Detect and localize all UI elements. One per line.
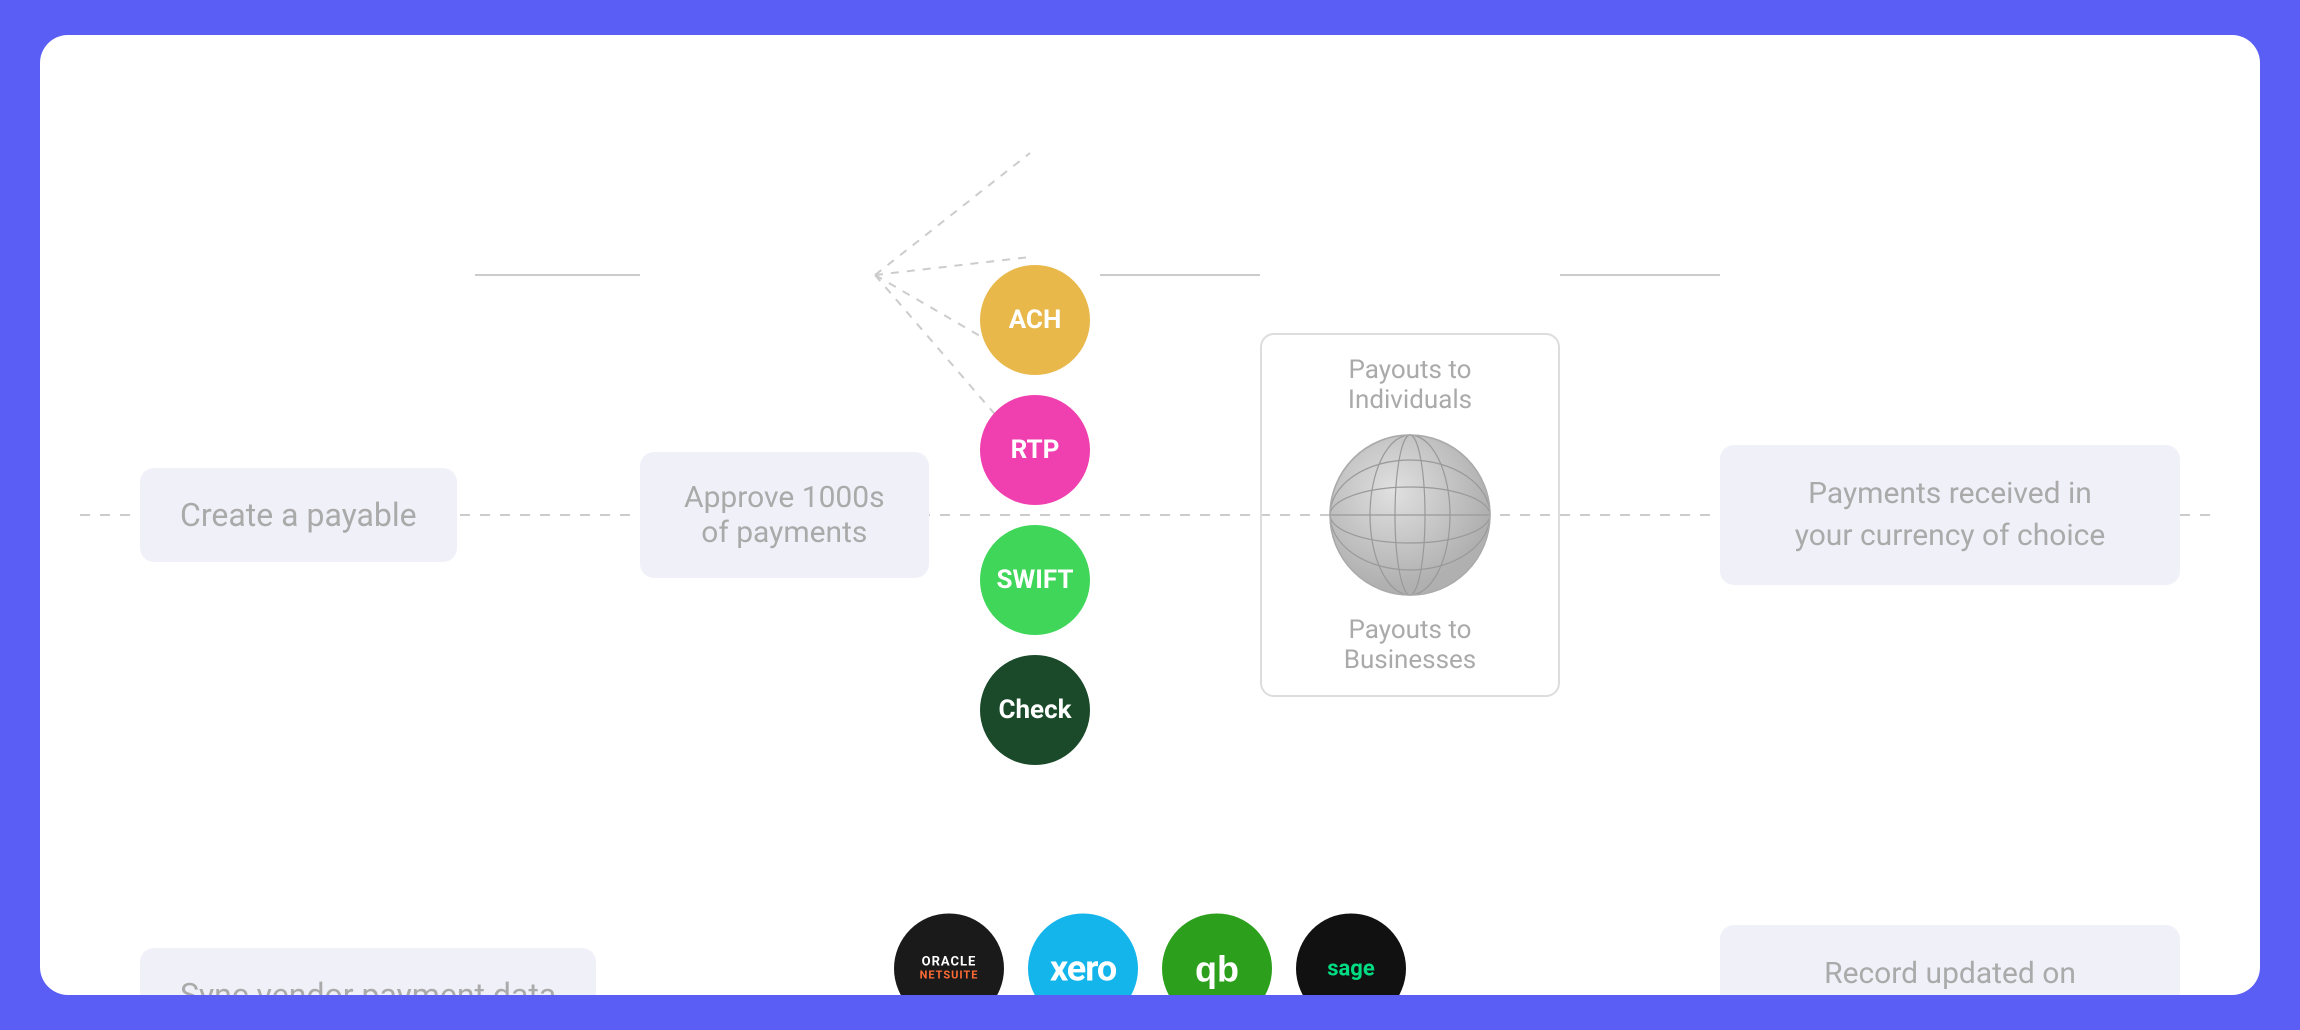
- create-payable-box: Create a payable: [140, 468, 457, 562]
- check-bubble: Check: [980, 655, 1090, 765]
- globe-icon: [1320, 425, 1500, 605]
- payouts-individuals-label: Payouts toIndividuals: [1348, 355, 1472, 415]
- main-card: Create a payable Approve 1000s of paymen…: [40, 35, 2260, 995]
- payments-received-box: Payments received inyour currency of cho…: [1720, 445, 2180, 585]
- approve-payments-line2: of payments: [701, 515, 867, 550]
- payouts-businesses-label: Payouts toBusinesses: [1344, 615, 1476, 675]
- svg-text:qb: qb: [1195, 949, 1239, 990]
- quickbooks-logo: qb: [1162, 914, 1272, 996]
- sage-logo: sage: [1296, 914, 1406, 996]
- sync-vendor-box: Sync vendor payment data: [140, 948, 596, 995]
- sync-vendor-label: Sync vendor payment data: [180, 976, 556, 995]
- globe-box: Payouts toIndividuals Payouts toBusiness…: [1260, 333, 1560, 697]
- record-updated-box: Record updated on accounting software: [1720, 925, 2180, 995]
- payments-received-label: Payments received inyour currency of cho…: [1795, 476, 2106, 553]
- swift-bubble: SWIFT: [980, 525, 1090, 635]
- rtp-bubble: RTP: [980, 395, 1090, 505]
- approve-payments-line1: Approve 1000s: [684, 480, 885, 515]
- accounting-area: ORACLE NETSUITE xero qb sage Accounting …: [894, 914, 1406, 996]
- xero-logo: xero: [1028, 914, 1138, 996]
- create-payable-label: Create a payable: [180, 496, 417, 534]
- accounting-logos-group: ORACLE NETSUITE xero qb sage: [894, 914, 1406, 996]
- oracle-netsuite-logo: ORACLE NETSUITE: [894, 914, 1004, 996]
- payment-methods-group: ACH RTP SWIFT Check: [980, 265, 1090, 765]
- ach-bubble: ACH: [980, 265, 1090, 375]
- record-updated-label: Record updated on accounting software: [1813, 956, 2086, 995]
- approve-payments-box: Approve 1000s of payments: [640, 452, 929, 578]
